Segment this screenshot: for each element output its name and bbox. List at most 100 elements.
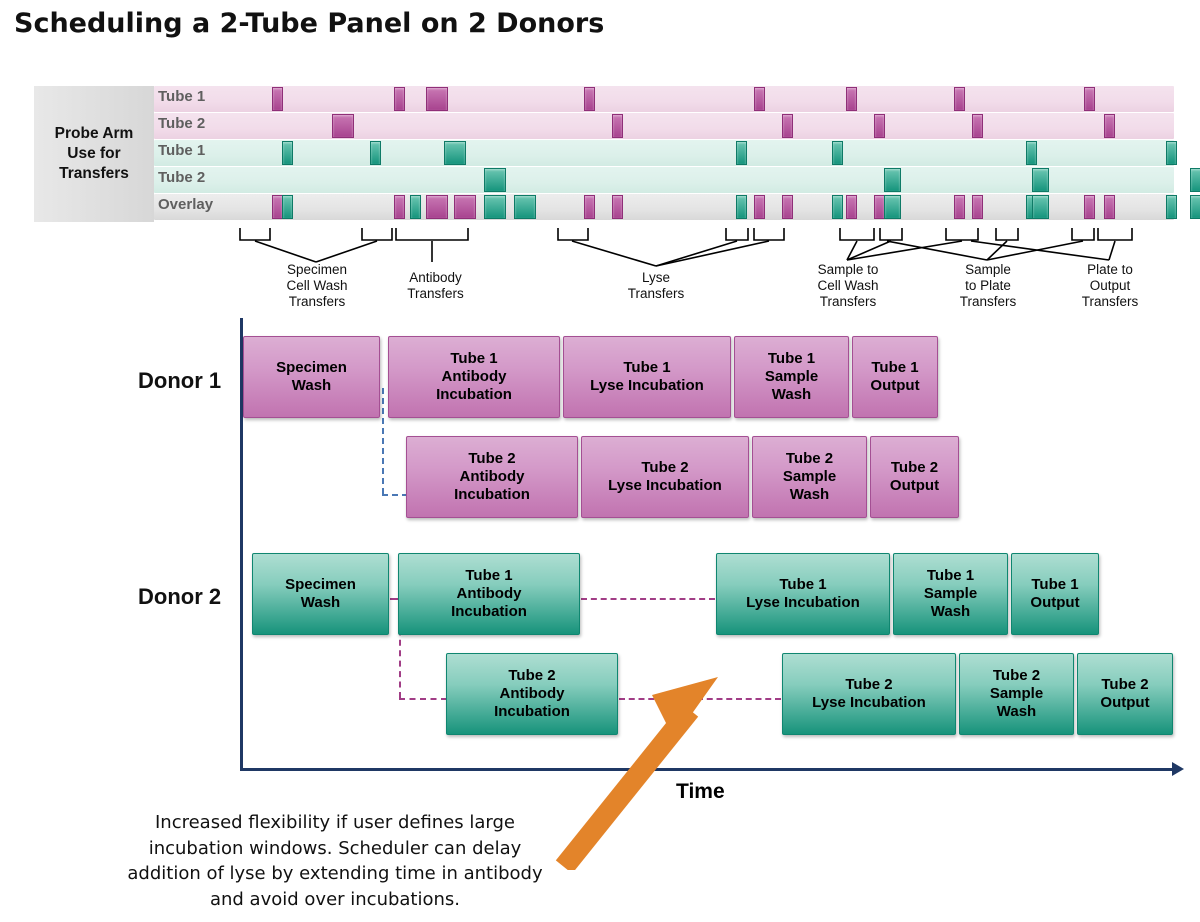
probe-transfer-tick xyxy=(394,195,405,219)
task-label-line: Sample xyxy=(782,467,837,485)
task-label: Tube 2 Sample Wash xyxy=(990,667,1043,722)
probe-transfer-tick xyxy=(1032,168,1049,192)
callout-line: Sample to xyxy=(817,262,879,277)
task-donor1-tube1-specimen-wash[interactable]: Specimen Wash xyxy=(243,336,380,418)
task-label-line: Wash xyxy=(291,377,332,394)
task-label-line: Wash xyxy=(996,703,1037,721)
callout-line: Specimen xyxy=(286,262,348,277)
callout-line: Cell Wash xyxy=(817,278,879,294)
task-label: Tube 1 Lyse Incubation xyxy=(746,576,860,613)
task-label: Specimen Wash xyxy=(276,359,347,396)
probe-transfer-tick xyxy=(332,114,354,138)
probe-track-donor2-tube2: Tube 2 xyxy=(154,167,1200,193)
probe-transfer-tick xyxy=(736,195,747,219)
task-donor1-tube1-lyse-incubation[interactable]: Tube 1 Lyse Incubation xyxy=(563,336,731,418)
probe-track-overlay: Overlay xyxy=(154,194,1200,220)
callout-line: Cell Wash xyxy=(286,278,348,294)
task-label-line: Wash xyxy=(789,486,830,504)
probe-transfer-tick xyxy=(972,114,983,138)
probe-transfer-tick xyxy=(484,195,506,219)
probe-transfer-tick xyxy=(584,87,595,111)
probe-transfer-tick xyxy=(1190,168,1200,192)
task-donor1-tube1-antibody-incubation[interactable]: Tube 1 Antibody Incubation xyxy=(388,336,560,418)
probe-transfer-tick xyxy=(884,195,901,219)
callout-line: Transfers xyxy=(1081,294,1139,310)
callout-lyse-transfers: Lyse Transfers xyxy=(612,270,700,302)
task-label-line: Tube 1 xyxy=(779,575,827,593)
task-donor2-tube2-output[interactable]: Tube 2 Output xyxy=(1077,653,1173,735)
probe-transfer-tick xyxy=(1104,114,1115,138)
task-donor1-tube2-antibody-incubation[interactable]: Tube 2 Antibody Incubation xyxy=(406,436,578,518)
task-label: Tube 2 Antibody Incubation xyxy=(454,450,530,505)
task-label-line: Tube 1 xyxy=(926,566,975,584)
slide-canvas: Scheduling a 2-Tube Panel on 2 Donors Pr… xyxy=(0,0,1200,922)
task-label: Tube 1 Sample Wash xyxy=(765,350,818,405)
task-donor2-tube1-output[interactable]: Tube 1 Output xyxy=(1011,553,1099,635)
task-label-line: Tube 1 xyxy=(623,358,671,376)
task-donor1-tube2-sample-wash[interactable]: Tube 2 Sample Wash xyxy=(752,436,867,518)
task-label: Tube 2 Output xyxy=(890,459,939,496)
task-label-line: Lyse Incubation xyxy=(746,594,860,611)
callout-plate-to-output-transfers: Plate to Output Transfers xyxy=(1064,262,1156,311)
task-label-line: Tube 2 xyxy=(1101,675,1149,693)
probe-transfer-tick xyxy=(832,141,843,165)
track-background xyxy=(154,113,1174,139)
probe-transfer-tick xyxy=(846,87,857,111)
task-label-line: Antibody xyxy=(459,467,525,485)
callout-line: Antibody xyxy=(409,270,462,285)
task-label-line: Tube 2 xyxy=(845,675,893,693)
probe-transfer-tick xyxy=(484,168,506,192)
task-donor2-tube2-sample-wash[interactable]: Tube 2 Sample Wash xyxy=(959,653,1074,735)
probe-track-donor1-tube1: Tube 1 xyxy=(154,86,1174,112)
probe-transfer-tick xyxy=(754,195,765,219)
task-label-line: Tube 2 xyxy=(641,458,689,476)
task-label-line: Incubation xyxy=(436,386,512,404)
probe-transfer-tick xyxy=(832,195,843,219)
task-label-line: Wash xyxy=(300,594,341,611)
callout-line: Transfers xyxy=(627,286,685,302)
probe-transfer-tick xyxy=(1166,195,1177,219)
task-label-line: Tube 1 xyxy=(1031,575,1079,593)
task-label-line: Incubation xyxy=(451,603,527,621)
task-label-line: Antibody xyxy=(456,584,522,602)
task-label-line: Wash xyxy=(930,603,971,621)
callout-specimen-cell-wash-transfers: Specimen Cell Wash Transfers xyxy=(262,262,372,311)
task-donor2-tube2-lyse-incubation[interactable]: Tube 2 Lyse Incubation xyxy=(782,653,956,735)
probe-transfer-tick xyxy=(972,195,983,219)
task-label: Tube 2 Lyse Incubation xyxy=(812,676,926,713)
callout-line: Transfers xyxy=(819,294,877,310)
task-label-line: Incubation xyxy=(454,486,530,504)
task-donor1-tube2-lyse-incubation[interactable]: Tube 2 Lyse Incubation xyxy=(581,436,749,518)
task-label: Tube 1 Lyse Incubation xyxy=(590,359,704,396)
probe-transfer-tick xyxy=(754,87,765,111)
task-label-line: Lyse Incubation xyxy=(812,694,926,711)
probe-transfer-tick xyxy=(370,141,381,165)
probe-label-line-3: Transfers xyxy=(59,164,129,182)
task-donor2-tube1-specimen-wash[interactable]: Specimen Wash xyxy=(252,553,389,635)
task-label-line: Output xyxy=(1100,694,1150,711)
probe-transfer-tick xyxy=(782,114,793,138)
task-donor1-tube1-output[interactable]: Tube 1 Output xyxy=(852,336,938,418)
track-background xyxy=(154,86,1174,112)
task-label-line: Wash xyxy=(771,386,812,404)
task-label: Tube 2 Lyse Incubation xyxy=(608,459,722,496)
probe-transfer-tick xyxy=(444,141,466,165)
probe-transfer-tick xyxy=(874,114,885,138)
probe-arm-panel-label: Probe Arm Use for Transfers xyxy=(34,86,154,222)
task-donor1-tube2-output[interactable]: Tube 2 Output xyxy=(870,436,959,518)
probe-transfer-tick xyxy=(736,141,747,165)
probe-transfer-tick xyxy=(426,195,448,219)
probe-transfer-tick xyxy=(410,195,421,219)
probe-transfer-tick xyxy=(584,195,595,219)
task-donor2-tube1-sample-wash[interactable]: Tube 1 Sample Wash xyxy=(893,553,1008,635)
task-label-line: Specimen xyxy=(276,358,347,376)
task-donor2-tube1-lyse-incubation[interactable]: Tube 1 Lyse Incubation xyxy=(716,553,890,635)
task-label-line: Lyse Incubation xyxy=(608,477,722,494)
task-label-line: Tube 2 xyxy=(468,449,516,467)
probe-transfer-tick xyxy=(1104,195,1115,219)
task-label-line: Lyse Incubation xyxy=(590,377,704,394)
task-donor1-tube1-sample-wash[interactable]: Tube 1 Sample Wash xyxy=(734,336,849,418)
task-donor2-tube1-antibody-incubation[interactable]: Tube 1 Antibody Incubation xyxy=(398,553,580,635)
task-label: Tube 2 Sample Wash xyxy=(783,450,836,505)
probe-transfer-tick xyxy=(954,195,965,219)
